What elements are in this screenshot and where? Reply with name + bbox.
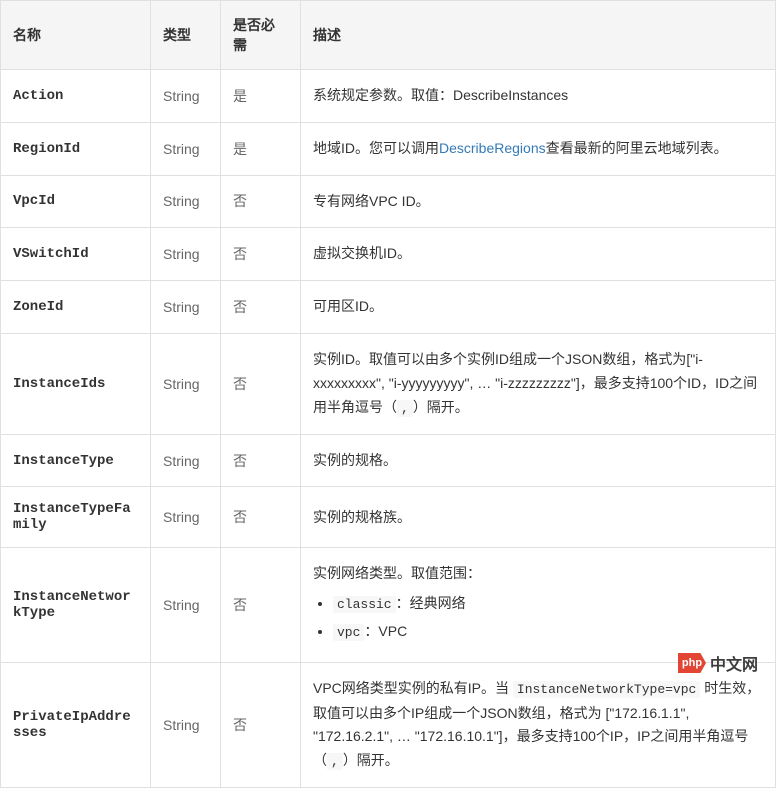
params-table: 名称 类型 是否必需 描述 ActionString是系统规定参数。取值：Des…: [0, 0, 776, 788]
desc-text: ）隔开。: [413, 399, 469, 415]
param-name: VSwitchId: [1, 228, 151, 281]
desc-code: ,: [397, 400, 413, 417]
desc-text: 虚拟交换机ID。: [313, 245, 411, 261]
param-description: 实例ID。取值可以由多个实例ID组成一个JSON数组，格式为["i-xxxxxx…: [301, 333, 776, 434]
desc-list-item: vpc：VPC: [333, 620, 763, 644]
param-type: String: [151, 487, 221, 548]
table-row: ZoneIdString否可用区ID。: [1, 281, 776, 334]
desc-link[interactable]: DescribeRegions: [439, 140, 546, 156]
param-name: InstanceNetworkType: [1, 548, 151, 663]
desc-text: 专有网络VPC ID。: [313, 193, 430, 209]
param-type: String: [151, 175, 221, 228]
param-name: VpcId: [1, 175, 151, 228]
table-row: RegionIdString是地域ID。您可以调用DescribeRegions…: [1, 122, 776, 175]
table-row: InstanceNetworkTypeString否实例网络类型。取值范围： cl…: [1, 548, 776, 663]
param-description: 专有网络VPC ID。: [301, 175, 776, 228]
param-required: 否: [221, 175, 301, 228]
desc-text: 实例的规格。: [313, 452, 397, 468]
param-required: 否: [221, 228, 301, 281]
table-row: VSwitchIdString否虚拟交换机ID。: [1, 228, 776, 281]
desc-text: 地域ID。您可以调用: [313, 140, 439, 156]
desc-text: VPC网络类型实例的私有IP。当: [313, 680, 513, 696]
param-type: String: [151, 548, 221, 663]
desc-code: ,: [327, 753, 343, 770]
param-description: 地域ID。您可以调用DescribeRegions查看最新的阿里云地域列表。: [301, 122, 776, 175]
header-description: 描述: [301, 1, 776, 70]
desc-code: vpc: [333, 624, 364, 641]
desc-list-item: classic：经典网络: [333, 592, 763, 616]
param-name: InstanceTypeFamily: [1, 487, 151, 548]
desc-text: 实例ID。取值可以由多个实例ID组成一个JSON数组，格式为["i-xxxxxx…: [313, 351, 757, 415]
desc-list: classic：经典网络 vpc：VPC: [333, 592, 763, 644]
param-type: String: [151, 333, 221, 434]
param-description: 实例的规格。: [301, 434, 776, 487]
desc-text: 系统规定参数。取值：DescribeInstances: [313, 87, 568, 103]
param-required: 是: [221, 70, 301, 123]
param-type: String: [151, 434, 221, 487]
header-type: 类型: [151, 1, 221, 70]
param-name: Action: [1, 70, 151, 123]
param-required: 否: [221, 548, 301, 663]
param-type: String: [151, 663, 221, 788]
param-type: String: [151, 281, 221, 334]
param-name: InstanceType: [1, 434, 151, 487]
desc-text: ：经典网络: [396, 595, 466, 611]
desc-text: 实例的规格族。: [313, 509, 411, 525]
param-type: String: [151, 70, 221, 123]
header-name: 名称: [1, 1, 151, 70]
param-description: 实例的规格族。: [301, 487, 776, 548]
table-row: InstanceIdsString否实例ID。取值可以由多个实例ID组成一个JS…: [1, 333, 776, 434]
param-type: String: [151, 228, 221, 281]
desc-text: ：VPC: [364, 623, 407, 639]
param-description: 系统规定参数。取值：DescribeInstances: [301, 70, 776, 123]
param-description: VPC网络类型实例的私有IP。当 InstanceNetworkType=vpc…: [301, 663, 776, 788]
param-name: PrivateIpAddresses: [1, 663, 151, 788]
param-description: 虚拟交换机ID。: [301, 228, 776, 281]
table-header-row: 名称 类型 是否必需 描述: [1, 1, 776, 70]
param-name: RegionId: [1, 122, 151, 175]
param-required: 否: [221, 281, 301, 334]
table-row: InstanceTypeFamilyString否实例的规格族。: [1, 487, 776, 548]
watermark-text: 中文网: [710, 651, 758, 675]
desc-code: InstanceNetworkType=vpc: [513, 681, 700, 698]
param-name: ZoneId: [1, 281, 151, 334]
header-required: 是否必需: [221, 1, 301, 70]
desc-code: classic: [333, 596, 396, 613]
table-row: VpcIdString否专有网络VPC ID。: [1, 175, 776, 228]
param-type: String: [151, 122, 221, 175]
param-description: 实例网络类型。取值范围： classic：经典网络 vpc：VPC: [301, 548, 776, 663]
param-required: 否: [221, 487, 301, 548]
table-row: PrivateIpAddressesString否VPC网络类型实例的私有IP。…: [1, 663, 776, 788]
param-name: InstanceIds: [1, 333, 151, 434]
param-required: 否: [221, 333, 301, 434]
table-row: InstanceTypeString否实例的规格。: [1, 434, 776, 487]
watermark: php 中文网: [678, 651, 758, 675]
param-required: 否: [221, 663, 301, 788]
param-description: 可用区ID。: [301, 281, 776, 334]
desc-text: 实例网络类型。取值范围：: [313, 562, 763, 586]
watermark-logo-icon: php: [678, 653, 706, 673]
table-row: ActionString是系统规定参数。取值：DescribeInstances: [1, 70, 776, 123]
param-required: 否: [221, 434, 301, 487]
param-required: 是: [221, 122, 301, 175]
desc-text: 可用区ID。: [313, 298, 383, 314]
desc-text: 查看最新的阿里云地域列表。: [546, 140, 728, 156]
desc-text: ）隔开。: [343, 752, 399, 768]
